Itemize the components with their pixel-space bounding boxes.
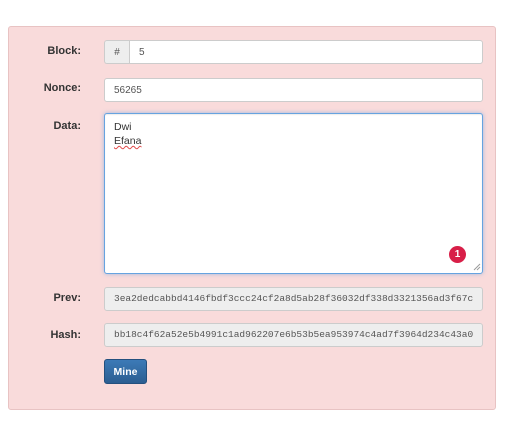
notification-badge[interactable]: 1 (449, 246, 466, 263)
data-label: Data: (53, 120, 81, 132)
block-label: Block: (47, 45, 81, 57)
block-number-addon: # (104, 40, 129, 64)
block-number-input[interactable] (129, 40, 483, 64)
hash-field[interactable]: bb18c4f62a52e5b4991c1ad962207e6b53b5ea95… (104, 323, 483, 347)
resize-grip-icon[interactable] (472, 262, 481, 271)
nonce-input[interactable] (104, 78, 483, 102)
prev-label: Prev: (53, 292, 81, 304)
data-line-1: Dwi (114, 121, 132, 133)
nonce-label: Nonce: (43, 82, 81, 94)
block-input-group: # (104, 40, 483, 64)
hash-label: Hash: (50, 329, 81, 341)
prev-hash-field[interactable]: 3ea2dedcabbd4146fbdf3ccc24cf2a8d5ab28f36… (104, 287, 483, 311)
data-textarea[interactable]: Dwi Efana (104, 113, 483, 274)
mine-button[interactable]: Mine (104, 359, 147, 384)
data-line-2: Efana (114, 135, 142, 147)
